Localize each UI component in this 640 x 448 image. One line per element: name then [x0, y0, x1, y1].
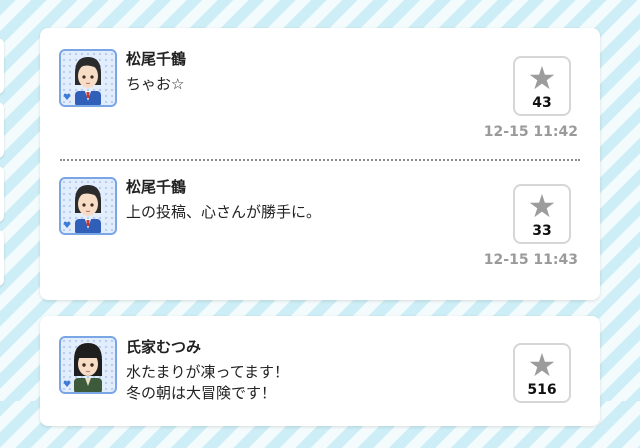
post-item: ♥ 松尾千鶴 上の投稿、心さんが勝手に。 ★ 33 12-15 11:43 [40, 160, 600, 292]
author-avatar[interactable]: ♥ [59, 49, 117, 107]
author-avatar[interactable]: ♥ [59, 177, 117, 235]
post-card: ♥ 氏家むつみ 水たまりが凍ってます！ 冬の朝は大冒険です！ ★ 516 [40, 316, 600, 426]
post-message: 上の投稿、心さんが勝手に。 [126, 203, 322, 221]
heart-icon: ♥ [63, 93, 72, 103]
like-button[interactable]: ★ 516 [513, 343, 571, 403]
post-message: ちゃお☆ [126, 75, 185, 93]
side-tab-3[interactable] [0, 166, 4, 222]
post-timestamp: 12-15 11:43 [483, 252, 578, 268]
post-message: 水たまりが凍ってます！ 冬の朝は大冒険です！ [126, 363, 290, 402]
author-name: 松尾千鶴 [126, 178, 187, 196]
like-count: 43 [532, 95, 552, 111]
post-item: ♥ 氏家むつみ 水たまりが凍ってます！ 冬の朝は大冒険です！ ★ 516 [40, 316, 600, 448]
like-count: 33 [532, 223, 552, 239]
star-icon: ★ [527, 59, 557, 97]
like-button[interactable]: ★ 33 [513, 184, 571, 244]
side-tab-4[interactable] [0, 230, 4, 286]
author-name: 松尾千鶴 [126, 50, 187, 68]
author-name: 氏家むつみ [126, 338, 202, 356]
like-count: 516 [527, 382, 557, 398]
author-avatar[interactable]: ♥ [59, 336, 117, 394]
side-tab-2[interactable] [0, 102, 4, 158]
post-timestamp: 12-15 11:42 [483, 124, 578, 140]
star-icon: ★ [527, 187, 557, 225]
heart-icon: ♥ [63, 380, 72, 390]
post-card: ♥ 松尾千鶴 ちゃお☆ ★ 43 12-15 11:42 ♥ 松尾千鶴 上の投稿… [40, 28, 600, 300]
heart-icon: ♥ [63, 221, 72, 231]
post-item: ♥ 松尾千鶴 ちゃお☆ ★ 43 12-15 11:42 [40, 28, 600, 161]
like-button[interactable]: ★ 43 [513, 56, 571, 116]
side-tab-1[interactable] [0, 38, 4, 94]
star-icon: ★ [527, 346, 557, 384]
